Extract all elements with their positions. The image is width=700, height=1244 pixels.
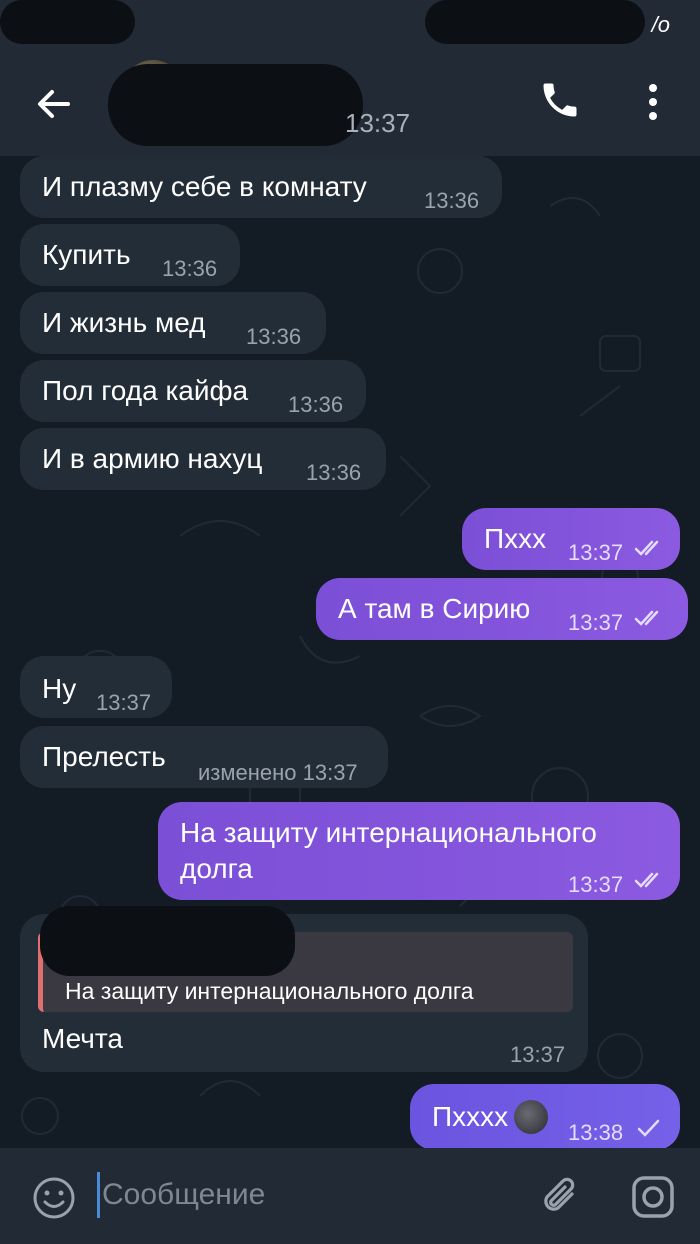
new-moon-emoji-icon: [514, 1100, 548, 1134]
last-seen-time: 13:37: [345, 108, 411, 138]
incoming-message[interactable]: Купить 13:36: [20, 224, 240, 286]
double-check-icon: [634, 540, 659, 556]
redacted-reply-name: [40, 906, 295, 976]
message-time: 13:37: [568, 610, 624, 635]
double-check-icon: [634, 872, 659, 888]
outgoing-message[interactable]: Пхххх 13:38: [410, 1084, 680, 1148]
message-time: изменено 13:37: [198, 760, 358, 785]
incoming-message[interactable]: И в армию нахуц 13:36: [20, 428, 386, 490]
camera-icon[interactable]: [630, 1174, 676, 1220]
message-text: Пххх: [484, 523, 547, 554]
incoming-message[interactable]: Пол года кайфа 13:36: [20, 360, 366, 422]
message-text: Пол года кайфа: [42, 375, 249, 406]
incoming-message[interactable]: И жизнь мед 13:36: [20, 292, 326, 354]
status-icon: /o: [651, 12, 670, 37]
message-text: И жизнь мед: [42, 307, 206, 338]
more-vert-icon[interactable]: [638, 80, 668, 124]
message-time: 13:37: [568, 540, 624, 565]
incoming-message[interactable]: И плазму себе в комнату 13:36: [20, 156, 502, 218]
message-text: Прелесть: [42, 741, 166, 772]
status-bar: /o: [0, 0, 700, 50]
outgoing-message[interactable]: На защиту интернационального долга 13:37: [158, 802, 680, 900]
incoming-message[interactable]: Прелесть изменено 13:37: [20, 726, 388, 788]
message-text-line1: На защиту интернационального: [180, 817, 597, 848]
outgoing-message[interactable]: Пххх 13:37: [462, 508, 680, 570]
outgoing-message[interactable]: А там в Сирию 13:37: [316, 578, 688, 640]
message-text-line2: долга: [180, 853, 253, 884]
phone-icon[interactable]: [538, 78, 582, 122]
message-text: Ну: [42, 673, 77, 704]
message-time: 13:37: [96, 690, 152, 715]
redacted-contact-name: [108, 64, 363, 146]
message-text: Пхххх: [432, 1101, 509, 1132]
message-time: 13:36: [162, 256, 218, 281]
message-text: Мечта: [42, 1023, 123, 1054]
message-text: Купить: [42, 239, 131, 270]
text-cursor: [97, 1172, 100, 1218]
message-text: И плазму себе в комнату: [42, 171, 367, 202]
back-arrow-icon[interactable]: [30, 80, 78, 128]
redacted-block: [425, 0, 645, 44]
message-time: 13:36: [424, 188, 480, 213]
emoji-icon[interactable]: [32, 1176, 76, 1220]
double-check-icon: [634, 610, 659, 626]
incoming-message[interactable]: Ну 13:37: [20, 656, 172, 718]
message-input[interactable]: Сообщение: [102, 1178, 265, 1212]
chat-area[interactable]: И плазму себе в комнату 13:36 Купить 13:…: [0, 156, 700, 1148]
message-time: 13:37: [568, 872, 624, 897]
message-text: И в армию нахуц: [42, 443, 263, 474]
redacted-block: [0, 0, 135, 44]
check-icon: [637, 1119, 660, 1137]
reply-quote-text: На защиту интернационального долга: [65, 978, 474, 1004]
message-text: А там в Сирию: [338, 593, 531, 624]
message-time: 13:36: [306, 460, 362, 485]
message-time: 13:37: [510, 1042, 566, 1067]
message-time: 13:36: [288, 392, 344, 417]
message-input-bar: Сообщение: [0, 1148, 700, 1244]
paperclip-icon[interactable]: [538, 1174, 584, 1220]
message-time: 13:36: [246, 324, 302, 349]
message-time: 13:38: [568, 1120, 624, 1145]
